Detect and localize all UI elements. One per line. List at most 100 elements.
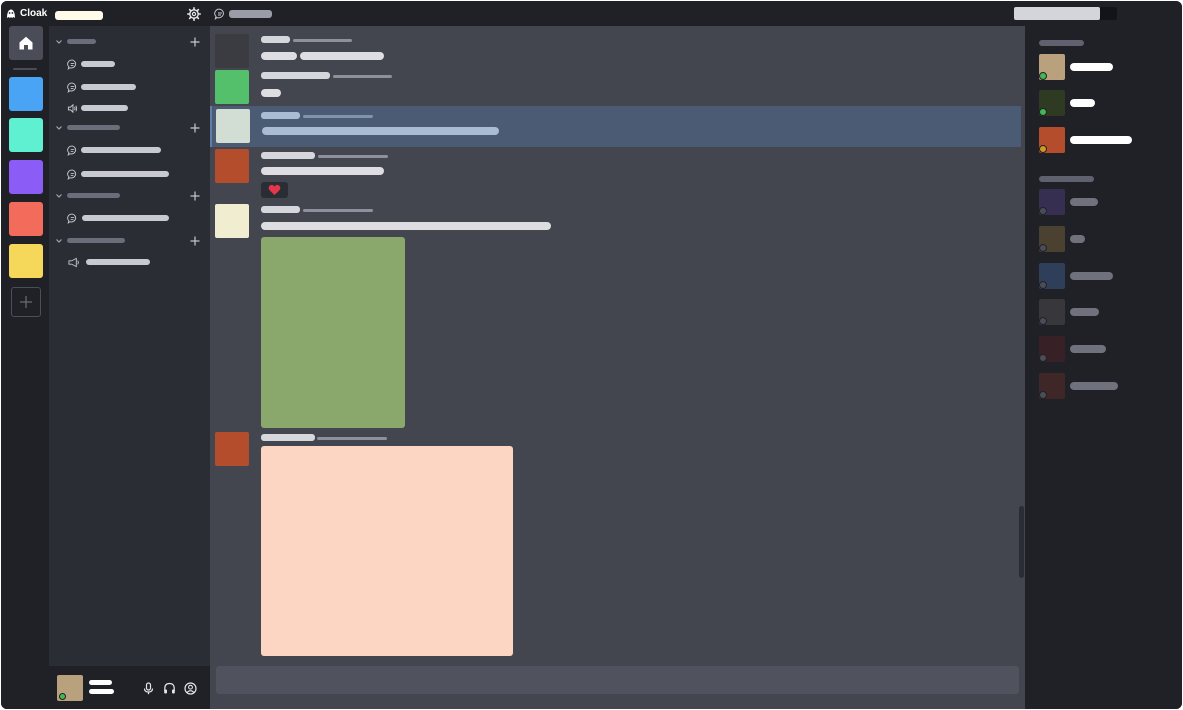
message-timestamp	[318, 155, 388, 158]
message-highlighted[interactable]	[210, 106, 1021, 147]
avatar[interactable]	[215, 70, 249, 104]
member-item[interactable]	[1025, 54, 1182, 84]
channel-name	[82, 215, 169, 221]
message-author[interactable]	[261, 206, 300, 213]
headphones-icon[interactable]	[163, 682, 176, 695]
member-name	[1070, 308, 1099, 316]
chat-area	[210, 26, 1025, 709]
text-channel-icon	[67, 82, 77, 93]
add-channel-icon[interactable]	[189, 190, 201, 202]
add-server-button[interactable]	[11, 287, 41, 317]
message-text	[261, 167, 384, 175]
message-author[interactable]	[261, 434, 315, 441]
server-rail	[1, 26, 49, 709]
server-icon-coral[interactable]	[9, 202, 43, 236]
category-header[interactable]	[49, 189, 210, 203]
message-timestamp	[303, 209, 373, 212]
member-name	[1070, 235, 1085, 243]
title-bar: Cloak	[1, 1, 1182, 26]
search-input[interactable]	[1014, 7, 1100, 20]
online-status-dot	[1039, 108, 1047, 116]
voice-channel-item[interactable]	[49, 255, 210, 269]
category-header[interactable]	[49, 35, 210, 49]
channel-item[interactable]	[49, 167, 210, 181]
channel-title	[229, 10, 272, 18]
message-text	[261, 222, 551, 230]
message[interactable]	[210, 33, 1021, 71]
add-channel-icon[interactable]	[189, 122, 201, 134]
member-item[interactable]	[1025, 336, 1182, 366]
reaction-chip[interactable]	[261, 182, 288, 198]
idle-status-dot	[1039, 145, 1047, 153]
member-item[interactable]	[1025, 263, 1182, 293]
message-author[interactable]	[261, 152, 315, 159]
category-header[interactable]	[49, 121, 210, 135]
image-attachment[interactable]	[261, 446, 513, 656]
member-item[interactable]	[1025, 299, 1182, 329]
message-timestamp	[293, 39, 352, 42]
message-text	[261, 52, 297, 60]
member-name	[1070, 382, 1118, 390]
message-input[interactable]	[216, 666, 1019, 694]
server-name[interactable]	[55, 11, 103, 20]
chevron-down-icon	[56, 126, 62, 130]
image-attachment[interactable]	[261, 237, 405, 428]
add-channel-icon[interactable]	[189, 36, 201, 48]
message-author[interactable]	[261, 36, 290, 43]
message[interactable]	[210, 148, 1021, 202]
avatar[interactable]	[215, 204, 249, 238]
member-list	[1025, 26, 1182, 709]
text-channel-icon	[67, 59, 77, 70]
channel-item[interactable]	[49, 211, 210, 225]
channel-item[interactable]	[49, 143, 210, 157]
channel-name	[81, 171, 169, 177]
member-item[interactable]	[1025, 226, 1182, 256]
user-tag	[89, 689, 114, 694]
message[interactable]	[210, 431, 1021, 657]
home-button[interactable]	[9, 26, 43, 60]
offline-status-dot	[1039, 391, 1047, 399]
avatar[interactable]	[215, 34, 249, 68]
member-item[interactable]	[1025, 189, 1182, 219]
category-name	[67, 193, 120, 198]
message-author[interactable]	[261, 72, 330, 79]
avatar[interactable]	[215, 149, 249, 183]
category-name	[67, 238, 125, 243]
channel-sidebar	[49, 26, 210, 709]
gear-icon[interactable]	[187, 7, 201, 21]
chevron-down-icon	[56, 40, 62, 44]
server-icon-teal[interactable]	[9, 118, 43, 152]
member-item[interactable]	[1025, 127, 1182, 157]
member-item[interactable]	[1025, 373, 1182, 403]
message[interactable]	[210, 203, 1021, 429]
offline-status-dot	[1039, 244, 1047, 252]
text-channel-icon	[67, 213, 77, 224]
category-header[interactable]	[49, 234, 210, 248]
message-timestamp	[303, 115, 373, 118]
member-item[interactable]	[1025, 90, 1182, 120]
app-window: Cloak	[1, 1, 1182, 709]
microphone-icon[interactable]	[142, 682, 155, 695]
add-channel-icon[interactable]	[189, 235, 201, 247]
server-icon-purple[interactable]	[9, 160, 43, 194]
avatar[interactable]	[216, 109, 250, 143]
message[interactable]	[210, 69, 1021, 105]
channel-item[interactable]	[49, 57, 210, 71]
user-panel	[49, 666, 210, 709]
avatar[interactable]	[215, 432, 249, 466]
rail-divider	[13, 68, 37, 70]
channel-item[interactable]	[49, 80, 210, 94]
member-name	[1070, 272, 1113, 280]
text-channel-icon	[67, 169, 77, 180]
server-icon-blue[interactable]	[9, 77, 43, 111]
user-settings-icon[interactable]	[184, 682, 197, 695]
channel-name	[81, 105, 128, 111]
message-author[interactable]	[261, 112, 300, 119]
scrollbar[interactable]	[1019, 506, 1024, 578]
message-text	[262, 127, 499, 135]
search-button[interactable]	[1100, 7, 1117, 20]
channel-name	[81, 61, 115, 67]
server-icon-yellow[interactable]	[9, 244, 43, 278]
online-status-dot	[1039, 72, 1047, 80]
voice-channel-item[interactable]	[49, 101, 210, 115]
